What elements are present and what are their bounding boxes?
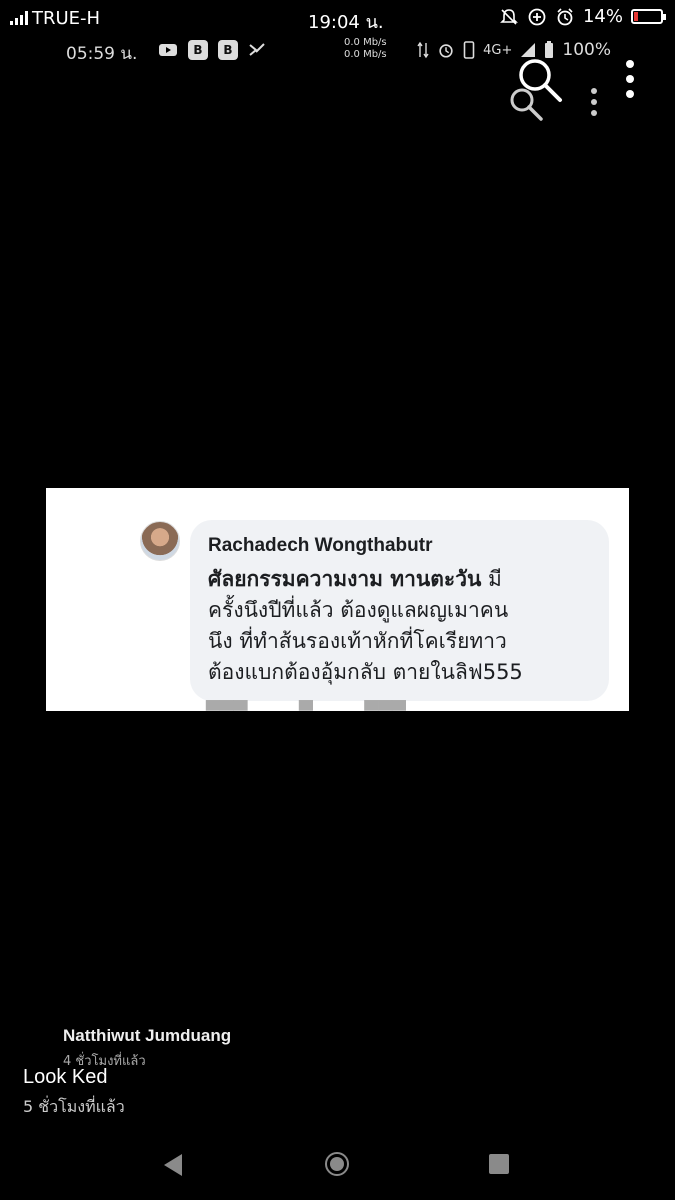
app-b2-icon: B xyxy=(218,40,238,60)
more-icon[interactable] xyxy=(620,58,640,102)
network-type: 4G+ xyxy=(483,42,513,58)
cropped-text-top: ▀▀▀▀ ▀▀▀▀ ▀▀▀▀▀ xyxy=(161,488,414,498)
phone-icon xyxy=(463,41,475,59)
muted-bell-icon xyxy=(500,8,518,25)
comment-author: Rachadech Wongthabutr xyxy=(208,535,433,556)
inner-more-icon[interactable] xyxy=(586,86,602,120)
comment-line: ต้องแบกต้องอุ้มกลับ ตายในลิฟ555 xyxy=(208,660,523,684)
back-icon[interactable] xyxy=(164,1154,182,1176)
speed-up: 0.0 Mb/s xyxy=(344,37,387,48)
status-time: 19:04 น. xyxy=(308,12,384,33)
status-bar: TRUE-H 19:04 น. 14% xyxy=(10,4,666,33)
post-author-name[interactable]: Look Ked xyxy=(23,1066,108,1089)
comment-line: นึง ที่ทำส้นรองเท้าหักที่โคเรียทาว xyxy=(208,629,507,653)
app-b-icon: B xyxy=(188,40,208,60)
post-timestamp: 5 ชั่วโมงที่แล้ว xyxy=(23,1097,125,1116)
youtube-icon xyxy=(158,40,178,65)
comment-bold-text: ศัลยกรรมความงาม ทานตะวัน xyxy=(208,567,482,591)
inner-search-icon[interactable] xyxy=(508,86,544,122)
recents-icon[interactable] xyxy=(489,1154,509,1174)
transfer-arrows-icon xyxy=(417,41,429,59)
battery-icon xyxy=(631,9,666,24)
check-icon xyxy=(248,40,266,65)
avatar xyxy=(140,521,180,561)
alarm-icon xyxy=(557,7,573,25)
comment-text: ศัลยกรรมความงาม ทานตะวัน มีครั้งนึงปีที่… xyxy=(208,564,598,688)
comment-bubble: Rachadech Wongthabutr ศัลยกรรมความงาม ทา… xyxy=(190,520,609,701)
battery-percent: 14% xyxy=(582,6,623,27)
comment-line: มี xyxy=(481,567,502,591)
signal-icon xyxy=(10,11,28,25)
post-author-name[interactable]: Natthiwut Jumduang xyxy=(63,1026,231,1046)
comment-screenshot-card[interactable]: ▀▀▀▀ ▀▀▀▀ ▀▀▀▀▀ Rachadech Wongthabutr ศั… xyxy=(46,488,629,711)
inner-status-time: 05:59 น. xyxy=(66,44,138,64)
speed-down: 0.0 Mb/s xyxy=(344,49,387,60)
comment-line: ครั้งนึงปีที่แล้ว ต้องดูแลผญเมาคน xyxy=(208,598,509,622)
inner-battery-percent: 100% xyxy=(562,40,611,60)
cropped-text-bottom: ▀▀▀ ▀ ▀▀▀ xyxy=(206,701,406,711)
inner-alarm-icon xyxy=(439,44,453,58)
navigation-bar xyxy=(0,1140,675,1190)
carrier-label: TRUE-H xyxy=(32,7,101,29)
home-icon[interactable] xyxy=(325,1152,349,1176)
data-saver-icon xyxy=(528,8,546,25)
